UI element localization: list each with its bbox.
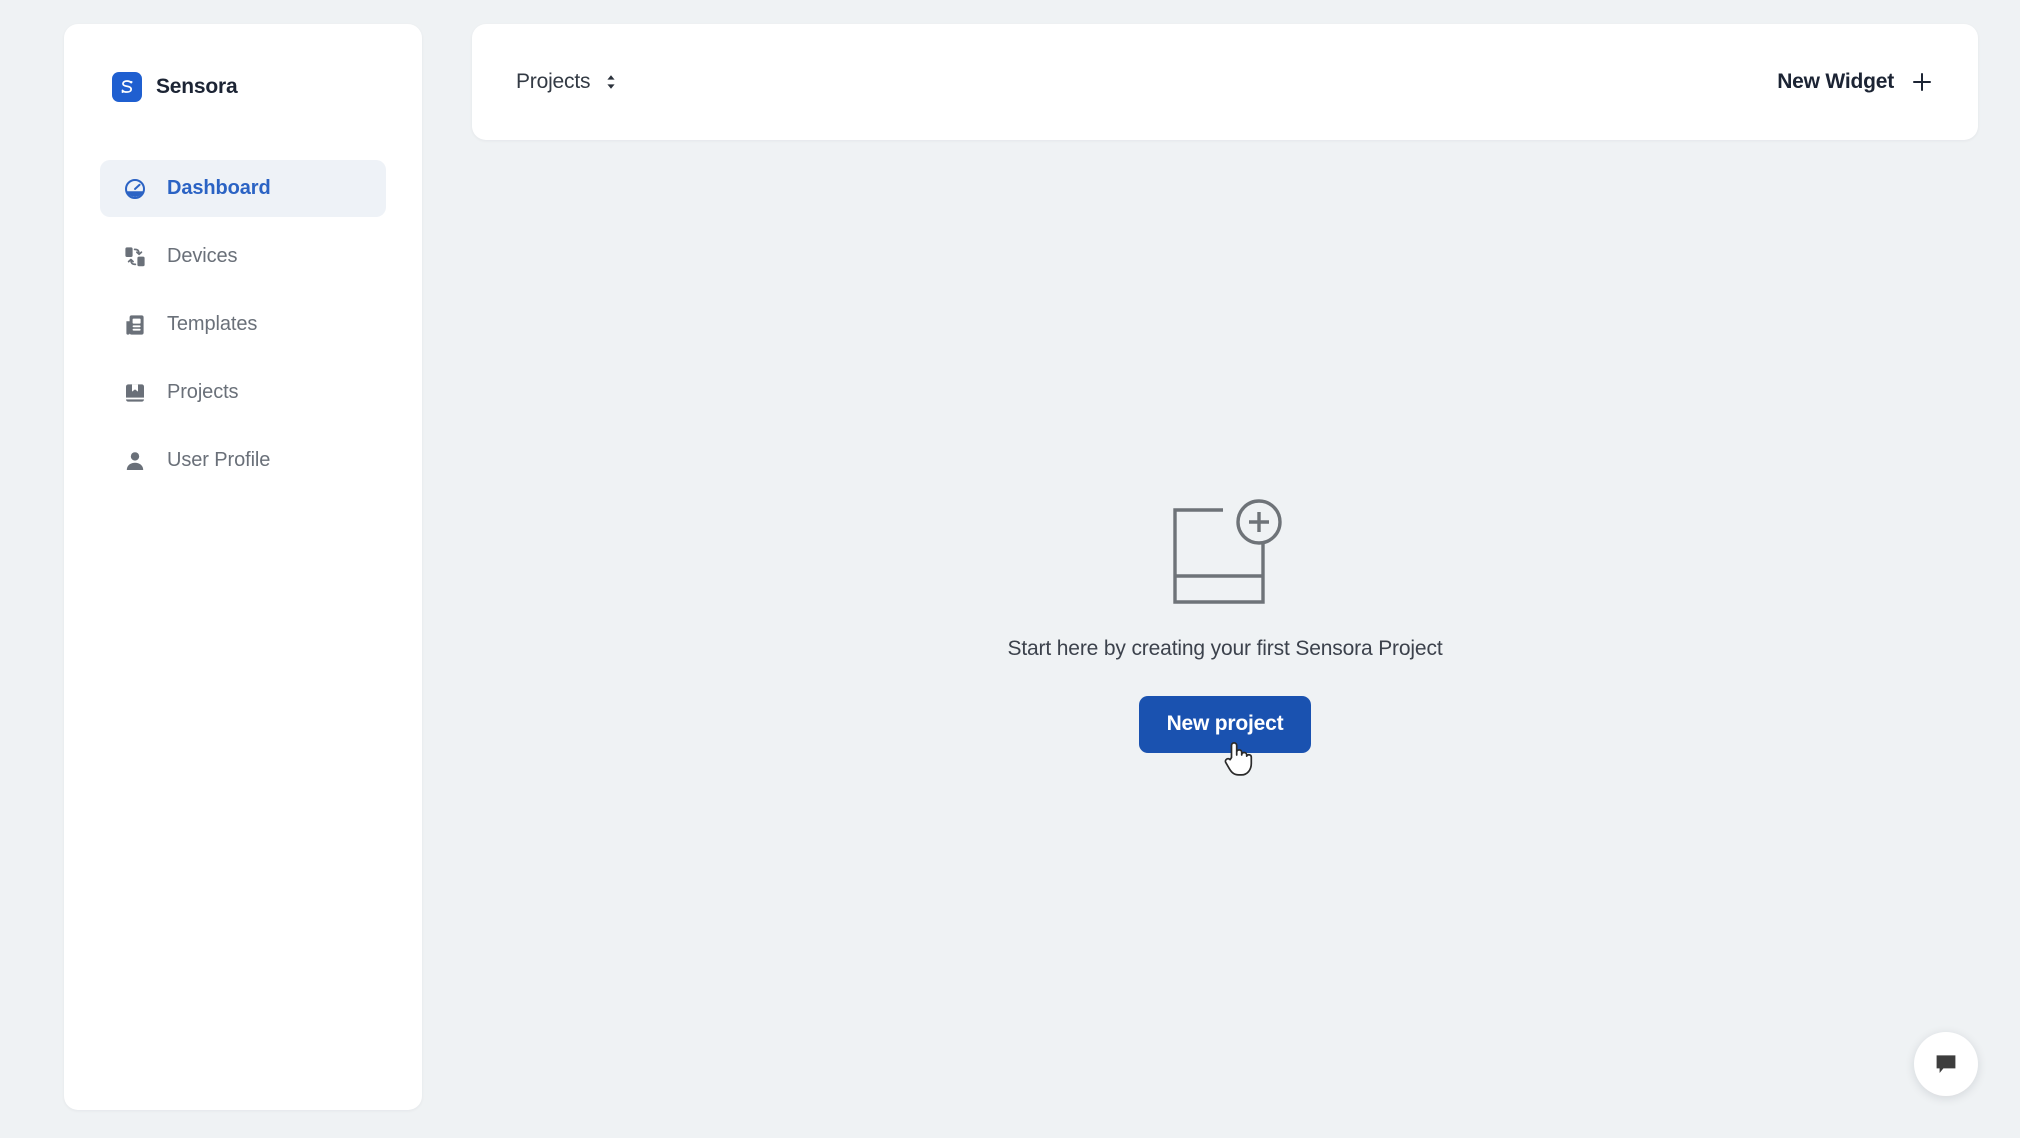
template-icon (123, 313, 147, 337)
new-widget-button[interactable]: New Widget (1777, 70, 1934, 94)
person-icon (123, 449, 147, 473)
new-project-button[interactable]: New project (1138, 695, 1312, 753)
sidebar-item-templates[interactable]: Templates (100, 296, 386, 353)
empty-state: Start here by creating your first Sensor… (472, 140, 1978, 1110)
chat-bubble-icon (1933, 1051, 1959, 1077)
plus-icon (1910, 70, 1934, 94)
sidebar: Sensora Dashboard Devices Templates Proj… (64, 24, 422, 1110)
chat-button[interactable] (1914, 1032, 1978, 1096)
sidebar-item-label: Projects (167, 381, 239, 403)
project-selector-label: Projects (516, 70, 591, 93)
sidebar-item-label: Dashboard (167, 177, 271, 199)
sidebar-item-devices[interactable]: Devices (100, 228, 386, 285)
sidebar-item-projects[interactable]: Projects (100, 364, 386, 421)
brand: Sensora (64, 24, 422, 102)
topbar: Projects New Widget (472, 24, 1978, 140)
sensora-logo-icon (112, 72, 142, 102)
book-icon (123, 381, 147, 405)
project-selector[interactable]: Projects (516, 70, 619, 94)
sidebar-item-user-profile[interactable]: User Profile (100, 432, 386, 489)
add-widget-illustration (1167, 498, 1283, 615)
brand-name: Sensora (156, 75, 238, 98)
sidebar-item-dashboard[interactable]: Dashboard (100, 160, 386, 217)
sidebar-item-label: Devices (167, 245, 238, 267)
sidebar-nav: Dashboard Devices Templates Projects Use… (64, 160, 422, 489)
empty-state-message: Start here by creating your first Sensor… (1007, 636, 1443, 660)
sidebar-item-label: User Profile (167, 449, 271, 471)
chevron-up-down-icon (603, 72, 619, 92)
new-widget-label: New Widget (1777, 70, 1894, 93)
gauge-icon (123, 177, 147, 201)
sidebar-item-label: Templates (167, 313, 258, 335)
devices-icon (123, 245, 147, 269)
